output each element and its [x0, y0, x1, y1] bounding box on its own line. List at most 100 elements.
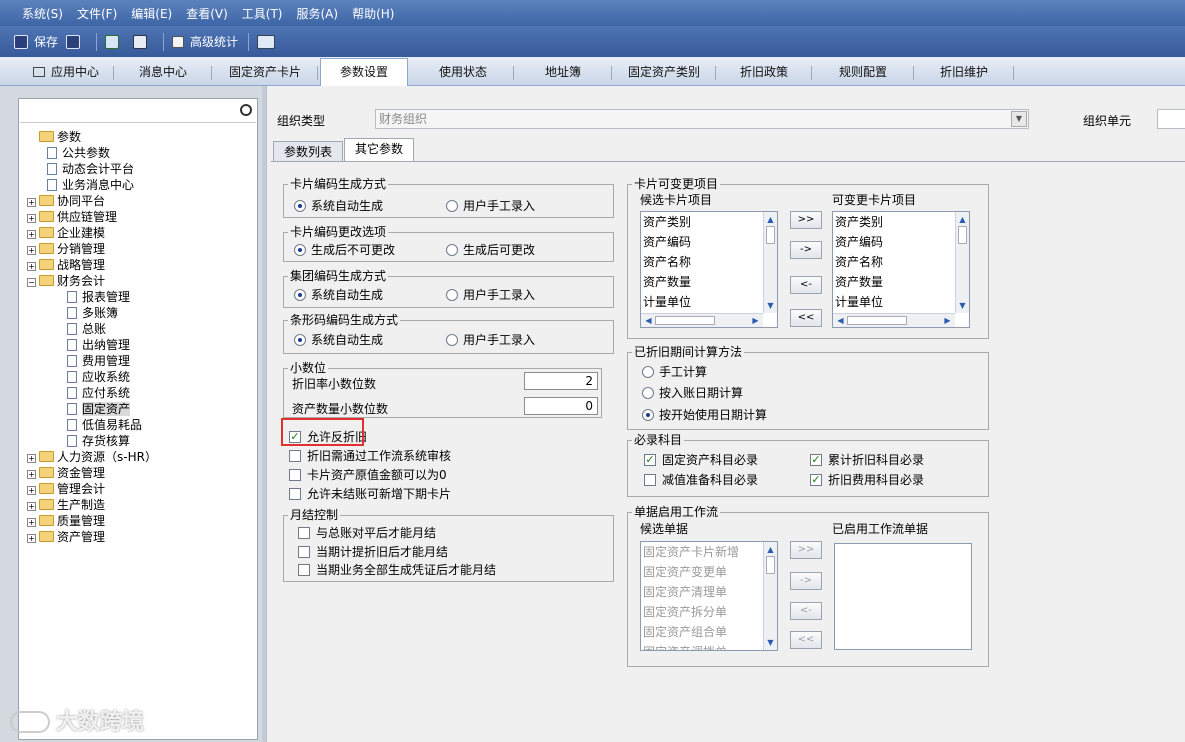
candidate-items-list[interactable]: 资产类别 资产编码 资产名称 资产数量 计量单位 ▲ ▼ ◀ ▶: [640, 211, 778, 328]
tree-item[interactable]: + 质量管理: [27, 513, 105, 529]
list-item[interactable]: 固定资产拆分单: [641, 602, 777, 622]
collapse-icon[interactable]: −: [27, 278, 36, 287]
save-as-button[interactable]: [66, 34, 86, 49]
scroll-right-icon[interactable]: ▶: [942, 315, 953, 326]
tree-item[interactable]: 总账: [67, 321, 106, 337]
card-code-manual-radio[interactable]: 用户手工录入: [446, 197, 535, 214]
impairment-required-checkbox[interactable]: 减值准备科目必录: [644, 471, 758, 488]
vertical-scrollbar[interactable]: ▲ ▼: [763, 542, 777, 650]
tree-item[interactable]: 公共参数: [47, 145, 110, 161]
tab-depreciation-maint[interactable]: 折旧维护: [914, 62, 1014, 86]
tab-depreciation-policy[interactable]: 折旧政策: [716, 62, 812, 86]
move-left-button[interactable]: <-: [790, 276, 822, 294]
scroll-right-icon[interactable]: ▶: [750, 315, 761, 326]
search-icon[interactable]: [240, 104, 252, 116]
menu-service[interactable]: 服务(A): [297, 5, 339, 22]
tree-item[interactable]: 存货核算: [67, 433, 130, 449]
rate-decimals-input[interactable]: 2: [524, 372, 598, 390]
tree-item[interactable]: − 财务会计: [27, 273, 105, 289]
tree-item[interactable]: 动态会计平台: [47, 161, 134, 177]
vertical-scrollbar[interactable]: ▲ ▼: [955, 212, 969, 313]
list-item[interactable]: 资产数量: [833, 272, 969, 292]
tree-item[interactable]: 业务消息中心: [47, 177, 134, 193]
list-item[interactable]: 资产名称: [641, 252, 777, 272]
vertical-scrollbar[interactable]: ▲ ▼: [763, 212, 777, 313]
tab-address-book[interactable]: 地址簿: [514, 62, 612, 86]
list-item[interactable]: 固定资产变更单: [641, 562, 777, 582]
tab-asset-card[interactable]: 固定资产卡片: [212, 62, 318, 86]
scroll-down-icon[interactable]: ▼: [957, 300, 968, 311]
subtab-param-list[interactable]: 参数列表: [273, 141, 343, 163]
tree-item[interactable]: + 管理会计: [27, 481, 105, 497]
expand-icon[interactable]: +: [27, 518, 36, 527]
tree-item[interactable]: + 供应链管理: [27, 209, 117, 225]
changeable-items-list[interactable]: 资产类别 资产编码 资产名称 资产数量 计量单位 ▲ ▼ ◀ ▶: [832, 211, 970, 328]
move-all-right-button[interactable]: >>: [790, 211, 822, 229]
tree-item[interactable]: 出纳管理: [67, 337, 130, 353]
list-item[interactable]: 计量单位: [833, 292, 969, 312]
scroll-down-icon[interactable]: ▼: [765, 637, 776, 648]
tree-item[interactable]: + 人力资源（s-HR）: [27, 449, 157, 465]
tree-item[interactable]: 应付系统: [67, 385, 130, 401]
expand-icon[interactable]: +: [27, 198, 36, 207]
close-after-voucher-checkbox[interactable]: 当期业务全部生成凭证后才能月结: [298, 561, 496, 578]
asset-account-required-checkbox[interactable]: ✓ 固定资产科目必录: [644, 451, 758, 468]
expand-icon[interactable]: +: [27, 230, 36, 239]
tab-rule-config[interactable]: 规则配置: [812, 62, 914, 86]
tree-item[interactable]: + 企业建模: [27, 225, 105, 241]
menu-help[interactable]: 帮助(H): [352, 5, 394, 22]
tree-search-input[interactable]: [20, 101, 256, 123]
horizontal-scrollbar[interactable]: ◀ ▶: [641, 313, 763, 327]
menu-tools[interactable]: 工具(T): [242, 5, 283, 22]
tab-app-center[interactable]: 应用中心: [18, 62, 114, 86]
scroll-thumb[interactable]: [655, 316, 715, 325]
list-item[interactable]: 资产数量: [641, 272, 777, 292]
card-code-auto-radio[interactable]: 系统自动生成: [294, 197, 383, 214]
scroll-up-icon[interactable]: ▲: [765, 214, 776, 225]
advanced-stats-button[interactable]: 高级统计: [172, 33, 238, 50]
list-item[interactable]: 固定资产组合单: [641, 622, 777, 642]
list-item[interactable]: 资产类别: [833, 212, 969, 232]
tree-item-selected[interactable]: 固定资产: [67, 401, 131, 417]
expand-icon[interactable]: +: [27, 246, 36, 255]
workflow-move-left-button[interactable]: <-: [790, 602, 822, 620]
depreciation-expense-required-checkbox[interactable]: ✓ 折旧费用科目必录: [810, 471, 924, 488]
workflow-move-all-right-button[interactable]: >>: [790, 541, 822, 559]
menu-system[interactable]: 系统(S): [22, 5, 63, 22]
zero-original-value-checkbox[interactable]: 卡片资产原值金额可以为0: [289, 466, 447, 483]
expand-icon[interactable]: +: [27, 454, 36, 463]
close-after-depreciation-checkbox[interactable]: 当期计提折旧后才能月结: [298, 543, 448, 560]
tree-item[interactable]: 费用管理: [67, 353, 130, 369]
tab-asset-category[interactable]: 固定资产类别: [612, 62, 716, 86]
entry-date-calc-radio[interactable]: 按入账日期计算: [642, 384, 743, 401]
tree-item[interactable]: + 协同平台: [27, 193, 105, 209]
workflow-move-right-button[interactable]: ->: [790, 572, 822, 590]
scroll-up-icon[interactable]: ▲: [957, 214, 968, 225]
expand-icon[interactable]: +: [27, 262, 36, 271]
list-item[interactable]: 资产编码: [833, 232, 969, 252]
close-after-gl-checkbox[interactable]: 与总账对平后才能月结: [298, 524, 436, 541]
chevron-down-icon[interactable]: ▼: [1011, 111, 1027, 127]
expand-icon[interactable]: +: [27, 534, 36, 543]
group-code-auto-radio[interactable]: 系统自动生成: [294, 286, 383, 303]
search-button[interactable]: [133, 34, 153, 49]
scroll-left-icon[interactable]: ◀: [643, 315, 654, 326]
list-item[interactable]: 固定资产调拨单: [641, 642, 777, 650]
enabled-docs-list[interactable]: [834, 543, 972, 650]
tab-message-center[interactable]: 消息中心: [114, 62, 212, 86]
scroll-thumb[interactable]: [766, 556, 775, 574]
move-right-button[interactable]: ->: [790, 241, 822, 259]
tree-item[interactable]: 报表管理: [67, 289, 130, 305]
workflow-move-all-left-button[interactable]: <<: [790, 631, 822, 649]
expand-icon[interactable]: +: [27, 470, 36, 479]
menu-view[interactable]: 查看(V): [186, 5, 228, 22]
scroll-left-icon[interactable]: ◀: [835, 315, 846, 326]
manual-calc-radio[interactable]: 手工计算: [642, 363, 707, 380]
candidate-docs-list[interactable]: 固定资产卡片新增 固定资产变更单 固定资产清理单 固定资产拆分单 固定资产组合单…: [640, 541, 778, 651]
tree-item[interactable]: + 分销管理: [27, 241, 105, 257]
tree-item[interactable]: + 战略管理: [27, 257, 105, 273]
tab-usage-status[interactable]: 使用状态: [412, 62, 514, 86]
barcode-auto-radio[interactable]: 系统自动生成: [294, 331, 383, 348]
list-item[interactable]: 固定资产清理单: [641, 582, 777, 602]
expand-icon[interactable]: +: [27, 502, 36, 511]
